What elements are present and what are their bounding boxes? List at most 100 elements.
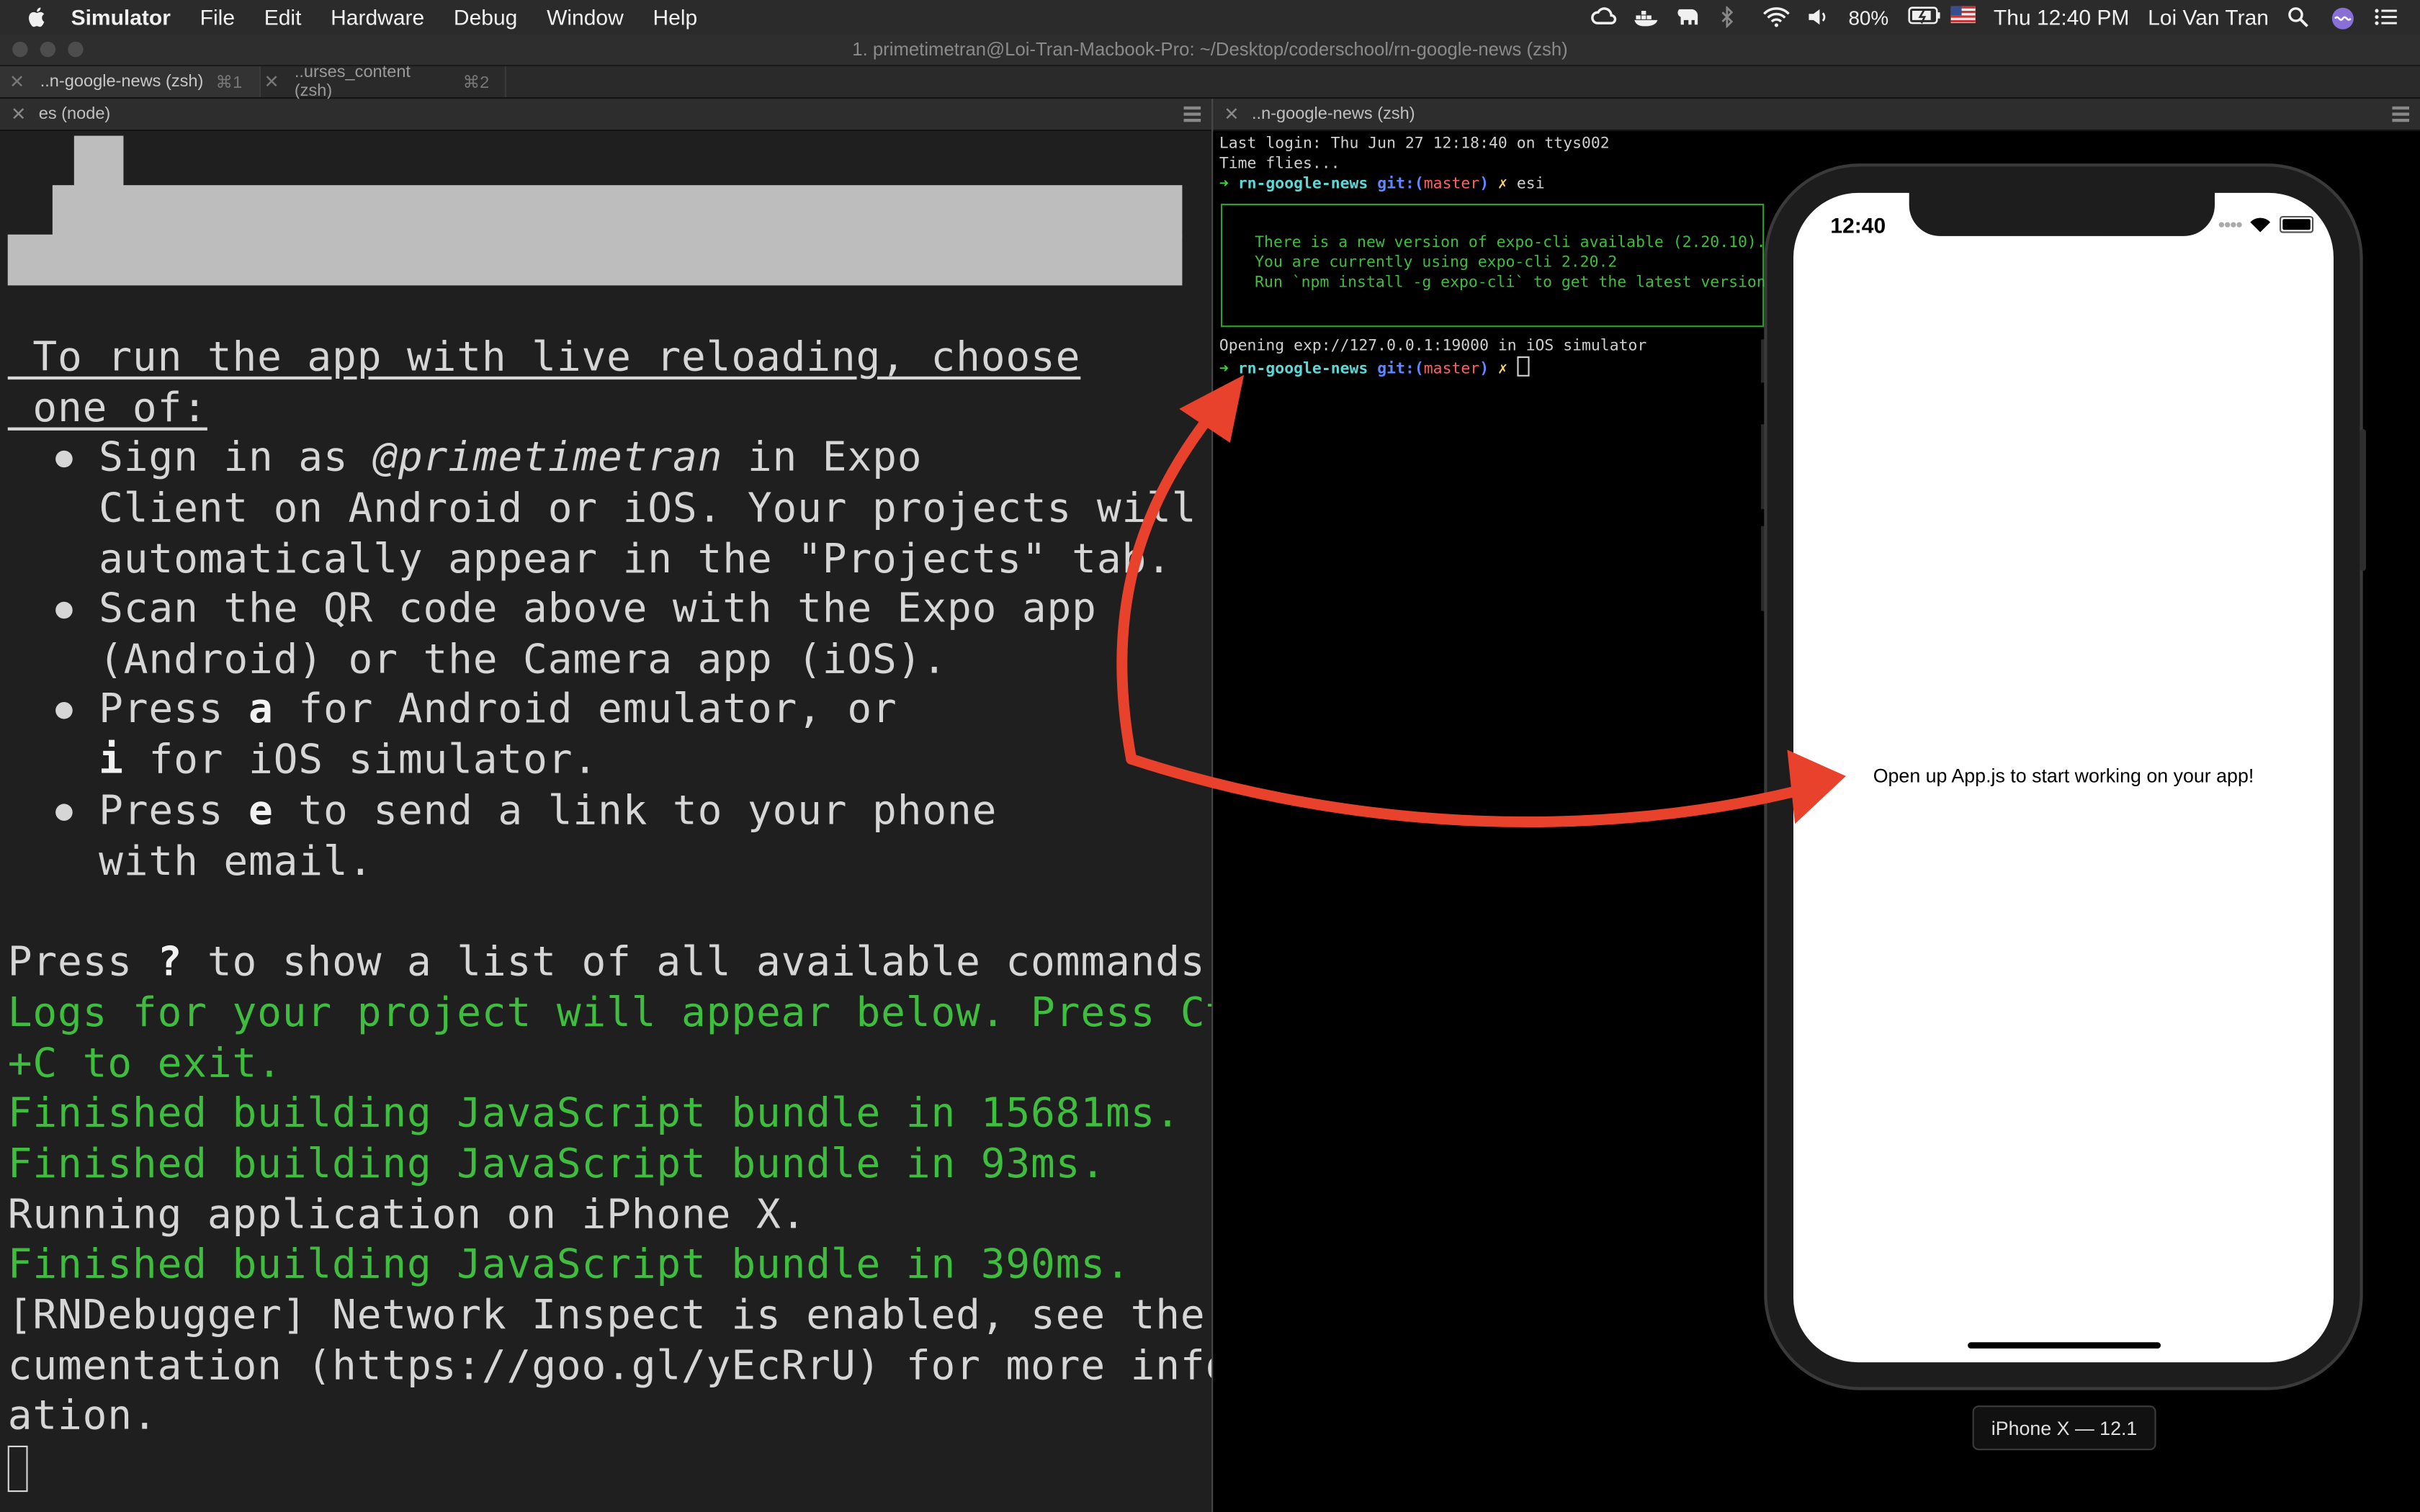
terminal-tab-bar: ✕ ..n-google-news (zsh) ⌘1 ✕ ..urses_con… [0, 63, 2420, 101]
tab-label: ..urses_content (zsh) [294, 63, 411, 101]
bullet-text: Press e to send a link to your phone [99, 787, 997, 837]
volume-icon[interactable] [1805, 6, 1829, 28]
us-flag-icon[interactable] [1950, 6, 1976, 28]
text-span: Press [7, 940, 158, 986]
wifi-icon[interactable] [1762, 6, 1790, 28]
prompt-git: ) [1479, 176, 1489, 193]
bullet-icon [55, 804, 73, 821]
bullet-text: Press a for Android emulator, or [99, 685, 897, 735]
text-span: for Android emulator, or [273, 686, 897, 733]
prompt-dir: rn-google-news [1237, 176, 1368, 193]
wifi-icon [2250, 217, 2271, 233]
prompt-dirty-icon: ✗ [1498, 176, 1507, 193]
intro-line: one of: [7, 385, 207, 432]
log-line: +C to exit. [7, 1041, 282, 1088]
pane-menu-icon[interactable] [1183, 106, 1201, 125]
key-hint: i [99, 737, 124, 784]
help-line: Press ? to show a list of all available … [8, 938, 1211, 989]
terminal-cursor [1516, 356, 1530, 377]
right-pane-title: ..n-google-news (zsh) [1251, 104, 1415, 124]
prompt-dir: rn-google-news [1237, 361, 1368, 378]
prompt-git: git:( [1377, 176, 1424, 193]
window-title: 1. primetimetran@Loi-Tran-Macbook-Pro: ~… [852, 38, 1568, 60]
prompt-arrow-icon: ➜ [1219, 361, 1229, 378]
elephant-icon[interactable] [1675, 6, 1700, 28]
prompt-git: git:( [1377, 361, 1424, 378]
apple-icon[interactable] [24, 4, 49, 29]
qr-code-fragment [52, 185, 1183, 238]
menu-user[interactable]: Loi Van Tran [2148, 4, 2269, 29]
menu-hardware[interactable]: Hardware [331, 4, 424, 29]
text-span: Sign in as [99, 435, 374, 482]
status-menu-area: 80% Thu 12:40 PM Loi Van Tran [1589, 0, 2398, 34]
prompt-arrow-icon: ➜ [1219, 176, 1229, 193]
log-line: ation. [7, 1392, 158, 1440]
left-terminal-pane[interactable]: To run the app with live reloading, choo… [0, 131, 1212, 1512]
close-tab-icon[interactable]: ✕ [264, 71, 285, 93]
siri-icon[interactable] [2331, 6, 2355, 30]
home-indicator[interactable] [1968, 1342, 2161, 1349]
bullet-text: with email. [99, 839, 374, 886]
tab-label: ..n-google-news (zsh) [40, 72, 204, 91]
terminal-cursor [7, 1445, 28, 1493]
app-message: Open up App.js to start working on your … [1873, 765, 2254, 787]
opening-line: Opening exp://127.0.0.1:19000 in iOS sim… [1219, 338, 1647, 355]
left-pane-header: ✕ es (node) [0, 99, 1212, 132]
tab-courses-content[interactable]: ✕ ..urses_content (zsh) ⌘2 [255, 63, 506, 101]
power-button [2360, 428, 2366, 571]
menu-file[interactable]: File [200, 4, 235, 29]
bullet-text: (Android) or the Camera app (iOS). [99, 637, 947, 684]
prompt-line: ➜ rn-google-news git:(master) ✗ [1219, 356, 1530, 379]
menu-debug[interactable]: Debug [454, 4, 517, 29]
key-hint: a [248, 686, 274, 733]
right-pane-header: ✕ ..n-google-news (zsh) [1213, 99, 2420, 132]
bluetooth-icon[interactable] [1718, 6, 1743, 28]
prompt-git: ) [1479, 361, 1489, 378]
close-tab-icon[interactable]: ✕ [9, 71, 31, 93]
prompt-branch: master [1423, 361, 1480, 378]
qr-code-fragment [73, 135, 124, 189]
update-notice-box: There is a new version of expo-cli avail… [1221, 203, 1766, 328]
tab-rn-google-news[interactable]: ✕ ..n-google-news (zsh) ⌘1 [0, 66, 261, 97]
device-label: iPhone X — 12.1 [1972, 1405, 2156, 1451]
tab-shortcut: ⌘1 [215, 73, 243, 92]
pane-menu-icon[interactable] [2392, 106, 2409, 125]
battery-percent[interactable]: 80% [1848, 6, 1888, 29]
spotlight-search-icon[interactable] [2287, 6, 2312, 28]
menu-app-name[interactable]: Simulator [71, 4, 171, 29]
status-icons: ●●●● [2218, 216, 2314, 233]
text-span: for iOS simulator. [123, 737, 599, 784]
key-hint: e [248, 788, 274, 835]
iphone-notch [1909, 189, 2215, 236]
battery-icon [2280, 216, 2314, 233]
qr-code-fragment [7, 234, 1183, 286]
text-span: to show a list of all available commands… [182, 940, 1212, 986]
window-titlebar: 1. primetimetran@Loi-Tran-Macbook-Pro: ~… [0, 34, 2420, 67]
battery-charging-icon[interactable] [1907, 6, 1940, 28]
bullet-icon [55, 450, 73, 468]
log-line: Finished building JavaScript bundle in 9… [7, 1141, 1106, 1188]
log-line: Running application on iPhone X. [7, 1192, 807, 1239]
menu-help[interactable]: Help [653, 4, 697, 29]
bullet-text: Client on Android or iOS. Your projects … [99, 486, 1197, 533]
menu-edit[interactable]: Edit [264, 4, 302, 29]
signal-icon: ●●●● [2218, 217, 2243, 232]
menu-bar: Simulator File Edit Hardware Debug Windo… [0, 0, 2420, 35]
prompt-command: esi [1516, 176, 1545, 193]
prompt-branch: master [1423, 176, 1480, 193]
close-pane-icon[interactable]: ✕ [11, 104, 27, 125]
log-line: [RNDebugger] Network Inspect is enabled,… [7, 1292, 1212, 1339]
log-line: cumentation (https://goo.gl/yEcRrU) for … [7, 1344, 1212, 1390]
last-login-line: Last login: Thu Jun 27 12:18:40 on ttys0… [1219, 135, 1610, 153]
menu-clock[interactable]: Thu 12:40 PM [1994, 4, 2129, 29]
close-pane-icon[interactable]: ✕ [1224, 104, 1240, 125]
notification-center-icon[interactable] [2374, 6, 2398, 28]
left-pane-title: es (node) [38, 104, 111, 124]
menu-window[interactable]: Window [547, 4, 624, 29]
username: @primetimetran [373, 435, 723, 482]
docker-icon[interactable] [1632, 6, 1657, 28]
notice-line: You are currently using expo-cli 2.20.2 [1255, 254, 1618, 272]
bullet-text: Scan the QR code above with the Expo app [99, 586, 1097, 633]
creative-cloud-icon[interactable] [1589, 6, 1616, 28]
text-span: in Expo [722, 435, 923, 482]
